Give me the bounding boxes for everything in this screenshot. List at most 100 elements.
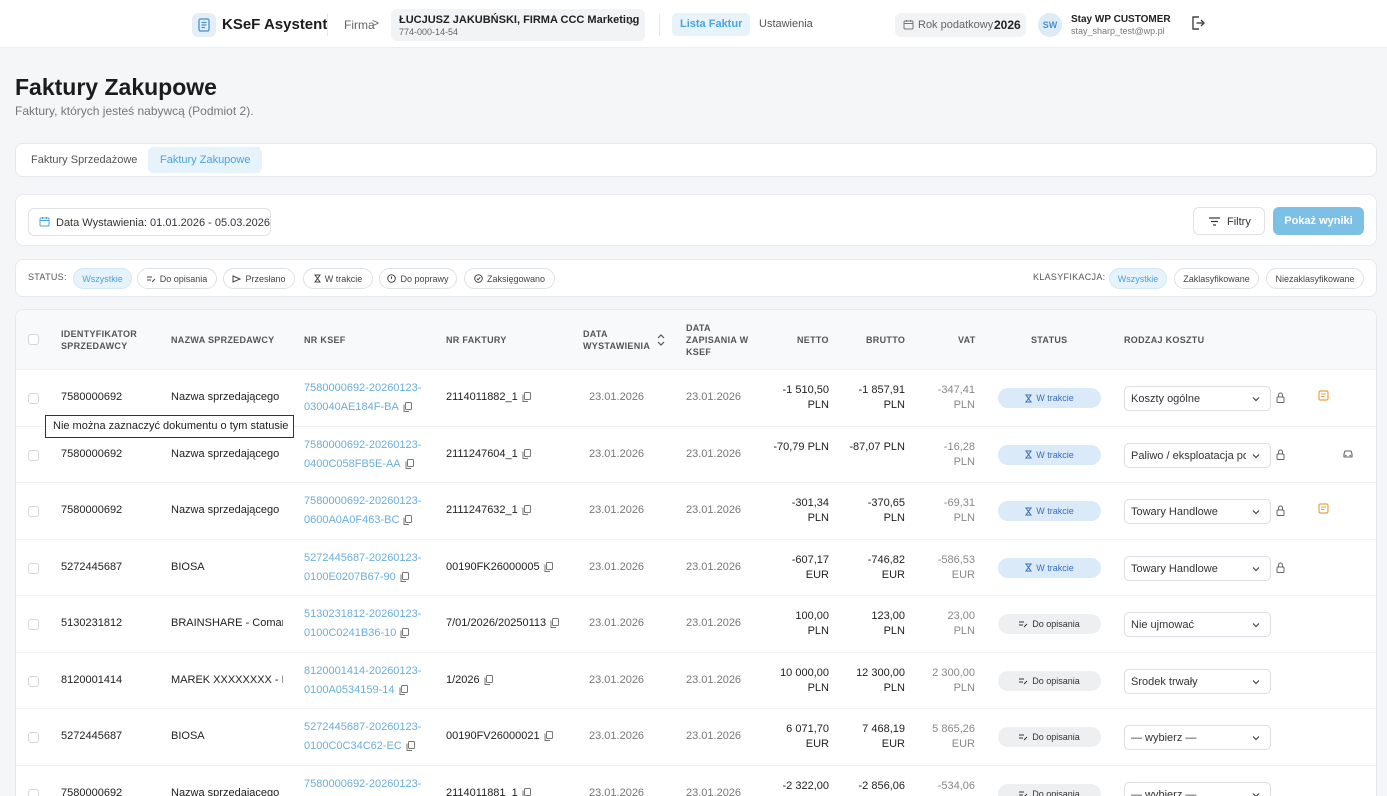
table-row[interactable]: 5130231812 BRAINSHARE - Comar... 513023181…	[16, 595, 1376, 652]
table-row[interactable]: 5272445687 BIOSA 5272445687-20260123- 0100C…	[16, 708, 1376, 765]
ksef-number-link[interactable]: 8120001414-20260123- 0100A0534159-14	[304, 662, 421, 700]
row-checkbox[interactable]	[28, 393, 39, 404]
header-issue-date[interactable]: DATA WYSTAWIENIA	[583, 328, 650, 352]
ksef-number-link[interactable]: 7580000692-20260123- 030040AE184F-BA	[304, 379, 421, 417]
copy-icon[interactable]	[400, 628, 410, 639]
tab-purchase[interactable]: Faktury Zakupowe	[148, 147, 263, 173]
table-row[interactable]: 7580000692 Nazwa sprzedającego 7580000692-…	[16, 764, 1376, 796]
car-icon[interactable]	[1342, 449, 1354, 459]
class-chip-all[interactable]: Wszystkie	[1109, 268, 1167, 289]
note-icon[interactable]	[1318, 503, 1329, 514]
copy-icon[interactable]	[400, 571, 409, 582]
row-action[interactable]	[1342, 448, 1354, 462]
copy-icon[interactable]	[522, 787, 531, 796]
copy-icon[interactable]	[403, 402, 412, 413]
issue-date: 23.01.2026	[589, 504, 645, 516]
header-status: STATUS	[1031, 335, 1068, 345]
cost-type-select[interactable]: Koszty ogólne	[1124, 386, 1271, 411]
copy-icon[interactable]	[544, 731, 553, 742]
copy-icon[interactable]	[522, 505, 531, 516]
row-checkbox[interactable]	[28, 449, 39, 461]
copy-icon[interactable]	[522, 392, 531, 403]
ksef-number-link[interactable]: 5272445687-20260123- 0100E0207B67-90	[304, 549, 421, 587]
ksef-number-link[interactable]: 7580000692-20260123-	[304, 775, 421, 796]
save-date: 23.01.2026	[686, 560, 742, 573]
row-checkbox[interactable]	[28, 732, 39, 743]
note-icon[interactable]	[1318, 390, 1329, 401]
cost-type-select[interactable]: — wybierz —	[1124, 781, 1271, 796]
row-action[interactable]	[1318, 503, 1329, 517]
invoice-number: 2111247632_1	[446, 504, 531, 516]
tax-year-selector[interactable]: Rok podatkowy 2026	[895, 13, 1026, 37]
copy-icon[interactable]	[522, 448, 531, 459]
invoice-table: IDENTYFIKATOR SPRZEDAWCY NAZWA SPRZEDAWCY…	[15, 309, 1377, 796]
seller-name: Nazwa sprzedającego	[171, 391, 280, 403]
row-checkbox[interactable]	[28, 619, 39, 630]
nav-invoice-list[interactable]: Lista Faktur	[672, 13, 751, 36]
calendar-icon	[39, 217, 50, 227]
brutto-amount: -1 857,91 PLN	[858, 384, 905, 411]
ksef-number-link[interactable]: 7580000692-20260123- 0400C058FB5E-AA	[304, 436, 421, 474]
status-label: STATUS:	[28, 272, 67, 282]
status-chip-all[interactable]: Wszystkie	[73, 268, 132, 289]
calendar-icon	[903, 20, 914, 30]
table-row[interactable]: 5272445687 BIOSA 5272445687-20260123- 0100E…	[16, 538, 1376, 596]
nav-settings[interactable]: Ustawienia	[759, 18, 813, 30]
ksef-number-link[interactable]: 7580000692-20260123- 0600A0A0F463-BC	[304, 492, 421, 530]
sort-icon[interactable]	[657, 334, 665, 346]
company-selector[interactable]: ŁUCJUSZ JAKUBŃSKI, FIRMA CCC Marketing 7…	[391, 9, 645, 41]
copy-icon[interactable]	[544, 561, 553, 572]
class-chip-unclassified[interactable]: Niezaklasyfikowane	[1266, 268, 1364, 289]
brutto-amount: -2 856,06	[858, 779, 905, 792]
copy-icon[interactable]	[484, 674, 493, 685]
seller-id: 8120001414	[61, 673, 123, 686]
copy-icon[interactable]	[399, 684, 408, 695]
save-date: 23.01.2026	[686, 391, 742, 403]
row-checkbox[interactable]	[28, 788, 39, 796]
company-name: ŁUCJUSZ JAKUBŃSKI, FIRMA CCC Marketing	[399, 14, 640, 26]
vat-amount: 5 865,26 EUR	[932, 723, 975, 750]
row-checkbox[interactable]	[28, 675, 39, 687]
row-checkbox[interactable]	[28, 562, 39, 574]
cost-type-select[interactable]: Środek trwały	[1124, 668, 1271, 694]
copy-icon[interactable]	[550, 618, 560, 629]
seller-name: Nazwa sprzedającego	[171, 786, 280, 796]
copy-icon[interactable]	[405, 458, 414, 469]
cost-type-select[interactable]: Paliwo / eksploatacja po	[1124, 442, 1271, 468]
header-ksef: NR KSEF	[304, 335, 346, 345]
copy-icon[interactable]	[406, 741, 415, 752]
classification-label: KLASYFIKACJA:	[1033, 272, 1106, 282]
show-results-button[interactable]: Pokaż wyniki	[1273, 207, 1364, 235]
ksef-number-link[interactable]: 5272445687-20260123- 0100C0C34C62-EC	[304, 718, 421, 756]
vat-amount: 2 300,00 PLN	[932, 666, 975, 694]
table-row[interactable]: 7580000692 Nazwa sprzedającego 7580000692-…	[16, 482, 1376, 539]
cost-type-select[interactable]: — wybierz —	[1124, 725, 1271, 750]
select-all-checkbox[interactable]	[28, 334, 39, 345]
cost-type-select[interactable]: Towary Handlowe	[1124, 555, 1271, 581]
class-chip-classified[interactable]: Zaklasyfikowane	[1174, 268, 1259, 289]
status-chip-do-opisania[interactable]: Do opisania	[137, 268, 217, 289]
filters-button[interactable]: Filtry	[1193, 207, 1265, 235]
seller-id: 5272445687	[61, 560, 123, 573]
row-action[interactable]	[1318, 390, 1329, 404]
cost-type-select[interactable]: Nie ujmować	[1124, 612, 1271, 637]
cost-type-select[interactable]: Towary Handlowe	[1124, 499, 1271, 524]
status-chip-w-trakcie[interactable]: W trakcie	[303, 268, 373, 289]
copy-icon[interactable]	[403, 515, 413, 526]
tab-sales[interactable]: Faktury Sprzedażowe	[19, 147, 149, 173]
invoice-number: 2114011881_1	[446, 787, 531, 796]
row-checkbox[interactable]	[28, 506, 39, 517]
seller-name: BRAINSHARE - Comar...	[171, 617, 283, 629]
lock-icon-wrap	[1276, 562, 1285, 576]
status-chip-przeslano[interactable]: Przesłano	[223, 268, 295, 289]
logout-icon[interactable]	[1190, 15, 1206, 31]
date-range-filter[interactable]: Data Wystawienia: 01.01.2026 - 05.03.202…	[28, 208, 271, 236]
status-chip-zaksiegowano[interactable]: Zaksięgowano	[464, 268, 555, 289]
lock-icon	[1276, 505, 1285, 516]
table-row[interactable]: 8120001414 MAREK XXXXXXXX - P... 812000141…	[16, 651, 1376, 709]
status-chip-do-poprawy[interactable]: Do poprawy	[379, 268, 457, 289]
avatar[interactable]: SW	[1038, 13, 1062, 37]
issue-date: 23.01.2026	[589, 560, 645, 573]
ksef-number-link[interactable]: 5130231812-20260123- 0100C0241B36-10	[304, 605, 421, 643]
filter-icon	[1209, 217, 1220, 226]
